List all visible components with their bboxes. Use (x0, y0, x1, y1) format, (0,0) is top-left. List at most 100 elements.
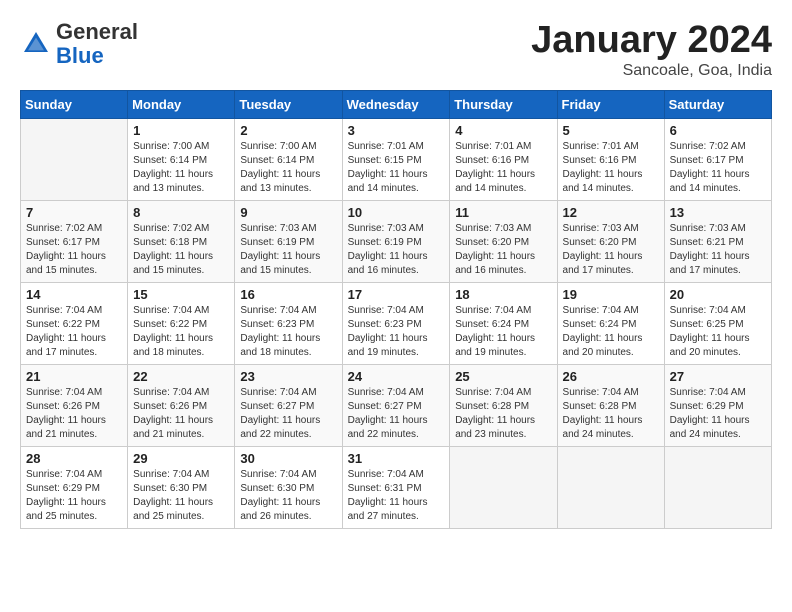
header-wednesday: Wednesday (342, 90, 450, 118)
day-cell (21, 118, 128, 200)
day-cell: 26Sunrise: 7:04 AM Sunset: 6:28 PM Dayli… (557, 364, 664, 446)
day-info: Sunrise: 7:01 AM Sunset: 6:15 PM Dayligh… (348, 140, 445, 196)
day-cell: 14 Sunrise: 7:04 AM Sunset: 6:22 PM Dayli… (21, 282, 128, 364)
day-number: 1 (133, 123, 229, 138)
day-info: Sunrise: 7:02 AM Sunset: 6:18 PM Dayligh… (133, 222, 229, 278)
day-info: Sunrise: 7:04 AM Sunset: 6:27 PM Dayligh… (348, 386, 445, 442)
day-cell: 8 Sunrise: 7:02 AM Sunset: 6:18 PM Daylig… (128, 200, 235, 282)
day-number: 5 (563, 123, 659, 138)
week-row-5: 28Sunrise: 7:04 AM Sunset: 6:29 PM Dayli… (21, 446, 772, 528)
header: General Blue January 2024 Sancoale, Goa,… (20, 20, 772, 80)
calendar-table: Sunday Monday Tuesday Wednesday Thursday… (20, 90, 772, 529)
header-thursday: Thursday (450, 90, 557, 118)
day-cell (450, 446, 557, 528)
day-info: Sunrise: 7:04 AM Sunset: 6:29 PM Dayligh… (26, 468, 122, 524)
day-info: Sunrise: 7:04 AM Sunset: 6:30 PM Dayligh… (240, 468, 336, 524)
day-cell: 28Sunrise: 7:04 AM Sunset: 6:29 PM Dayli… (21, 446, 128, 528)
day-cell: 6 Sunrise: 7:02 AM Sunset: 6:17 PM Daylig… (664, 118, 771, 200)
day-number: 29 (133, 451, 229, 466)
day-cell: 3 Sunrise: 7:01 AM Sunset: 6:15 PM Daylig… (342, 118, 450, 200)
week-row-2: 7 Sunrise: 7:02 AM Sunset: 6:17 PM Daylig… (21, 200, 772, 282)
logo-text: General Blue (56, 20, 138, 68)
day-cell: 17 Sunrise: 7:04 AM Sunset: 6:23 PM Dayli… (342, 282, 450, 364)
day-info: Sunrise: 7:04 AM Sunset: 6:22 PM Dayligh… (26, 304, 122, 360)
day-info: Sunrise: 7:01 AM Sunset: 6:16 PM Dayligh… (563, 140, 659, 196)
day-number: 8 (133, 205, 229, 220)
day-cell: 24 Sunrise: 7:04 AM Sunset: 6:27 PM Dayli… (342, 364, 450, 446)
day-cell: 4 Sunrise: 7:01 AM Sunset: 6:16 PM Daylig… (450, 118, 557, 200)
day-number: 17 (348, 287, 445, 302)
day-number: 3 (348, 123, 445, 138)
day-cell: 23 Sunrise: 7:04 AM Sunset: 6:27 PM Dayli… (235, 364, 342, 446)
day-number: 12 (563, 205, 659, 220)
header-saturday: Saturday (664, 90, 771, 118)
header-friday: Friday (557, 90, 664, 118)
day-info: Sunrise: 7:04 AM Sunset: 6:22 PM Dayligh… (133, 304, 229, 360)
day-info: Sunrise: 7:04 AM Sunset: 6:24 PM Dayligh… (563, 304, 659, 360)
day-cell: 12 Sunrise: 7:03 AM Sunset: 6:20 PM Dayli… (557, 200, 664, 282)
day-info: Sunrise: 7:02 AM Sunset: 6:17 PM Dayligh… (26, 222, 122, 278)
logo-blue: Blue (56, 43, 104, 68)
day-number: 16 (240, 287, 336, 302)
header-sunday: Sunday (21, 90, 128, 118)
day-info: Sunrise: 7:00 AM Sunset: 6:14 PM Dayligh… (133, 140, 229, 196)
day-info: Sunrise: 7:04 AM Sunset: 6:26 PM Dayligh… (26, 386, 122, 442)
day-cell: 22Sunrise: 7:04 AM Sunset: 6:26 PM Dayli… (128, 364, 235, 446)
day-number: 23 (240, 369, 336, 384)
header-monday: Monday (128, 90, 235, 118)
day-info: Sunrise: 7:03 AM Sunset: 6:19 PM Dayligh… (240, 222, 336, 278)
day-number: 20 (670, 287, 766, 302)
day-info: Sunrise: 7:00 AM Sunset: 6:14 PM Dayligh… (240, 140, 336, 196)
day-number: 31 (348, 451, 445, 466)
day-info: Sunrise: 7:04 AM Sunset: 6:23 PM Dayligh… (348, 304, 445, 360)
day-cell: 9 Sunrise: 7:03 AM Sunset: 6:19 PM Daylig… (235, 200, 342, 282)
calendar-title: January 2024 (531, 20, 772, 62)
day-number: 7 (26, 205, 122, 220)
day-cell: 20 Sunrise: 7:04 AM Sunset: 6:25 PM Dayli… (664, 282, 771, 364)
day-number: 6 (670, 123, 766, 138)
title-area: January 2024 Sancoale, Goa, India (531, 20, 772, 80)
day-cell: 18Sunrise: 7:04 AM Sunset: 6:24 PM Dayli… (450, 282, 557, 364)
day-number: 24 (348, 369, 445, 384)
day-cell: 25 Sunrise: 7:04 AM Sunset: 6:28 PM Dayli… (450, 364, 557, 446)
day-info: Sunrise: 7:04 AM Sunset: 6:30 PM Dayligh… (133, 468, 229, 524)
logo-general: General (56, 19, 138, 44)
day-cell: 10Sunrise: 7:03 AM Sunset: 6:19 PM Dayli… (342, 200, 450, 282)
day-number: 14 (26, 287, 122, 302)
logo-area: General Blue (20, 20, 138, 68)
day-info: Sunrise: 7:03 AM Sunset: 6:20 PM Dayligh… (563, 222, 659, 278)
week-row-4: 21Sunrise: 7:04 AM Sunset: 6:26 PM Dayli… (21, 364, 772, 446)
day-number: 9 (240, 205, 336, 220)
weekday-header-row: Sunday Monday Tuesday Wednesday Thursday… (21, 90, 772, 118)
day-cell: 7 Sunrise: 7:02 AM Sunset: 6:17 PM Daylig… (21, 200, 128, 282)
day-number: 22 (133, 369, 229, 384)
header-tuesday: Tuesday (235, 90, 342, 118)
day-number: 25 (455, 369, 551, 384)
calendar-subtitle: Sancoale, Goa, India (531, 62, 772, 80)
day-number: 10 (348, 205, 445, 220)
page-wrapper: General Blue January 2024 Sancoale, Goa,… (20, 20, 772, 529)
day-cell: 2 Sunrise: 7:00 AM Sunset: 6:14 PM Daylig… (235, 118, 342, 200)
day-info: Sunrise: 7:04 AM Sunset: 6:29 PM Dayligh… (670, 386, 766, 442)
day-info: Sunrise: 7:03 AM Sunset: 6:21 PM Dayligh… (670, 222, 766, 278)
day-info: Sunrise: 7:01 AM Sunset: 6:16 PM Dayligh… (455, 140, 551, 196)
day-info: Sunrise: 7:04 AM Sunset: 6:25 PM Dayligh… (670, 304, 766, 360)
day-number: 30 (240, 451, 336, 466)
day-cell: 30 Sunrise: 7:04 AM Sunset: 6:30 PM Dayli… (235, 446, 342, 528)
day-cell (557, 446, 664, 528)
day-info: Sunrise: 7:04 AM Sunset: 6:27 PM Dayligh… (240, 386, 336, 442)
day-number: 4 (455, 123, 551, 138)
day-number: 2 (240, 123, 336, 138)
day-cell: 21Sunrise: 7:04 AM Sunset: 6:26 PM Dayli… (21, 364, 128, 446)
week-row-1: 1 Sunrise: 7:00 AM Sunset: 6:14 PM Daylig… (21, 118, 772, 200)
day-info: Sunrise: 7:02 AM Sunset: 6:17 PM Dayligh… (670, 140, 766, 196)
day-number: 19 (563, 287, 659, 302)
day-info: Sunrise: 7:04 AM Sunset: 6:28 PM Dayligh… (563, 386, 659, 442)
day-info: Sunrise: 7:03 AM Sunset: 6:20 PM Dayligh… (455, 222, 551, 278)
day-cell (664, 446, 771, 528)
day-info: Sunrise: 7:04 AM Sunset: 6:23 PM Dayligh… (240, 304, 336, 360)
day-info: Sunrise: 7:04 AM Sunset: 6:28 PM Dayligh… (455, 386, 551, 442)
day-cell: 19 Sunrise: 7:04 AM Sunset: 6:24 PM Dayli… (557, 282, 664, 364)
day-cell: 11Sunrise: 7:03 AM Sunset: 6:20 PM Dayli… (450, 200, 557, 282)
day-number: 13 (670, 205, 766, 220)
